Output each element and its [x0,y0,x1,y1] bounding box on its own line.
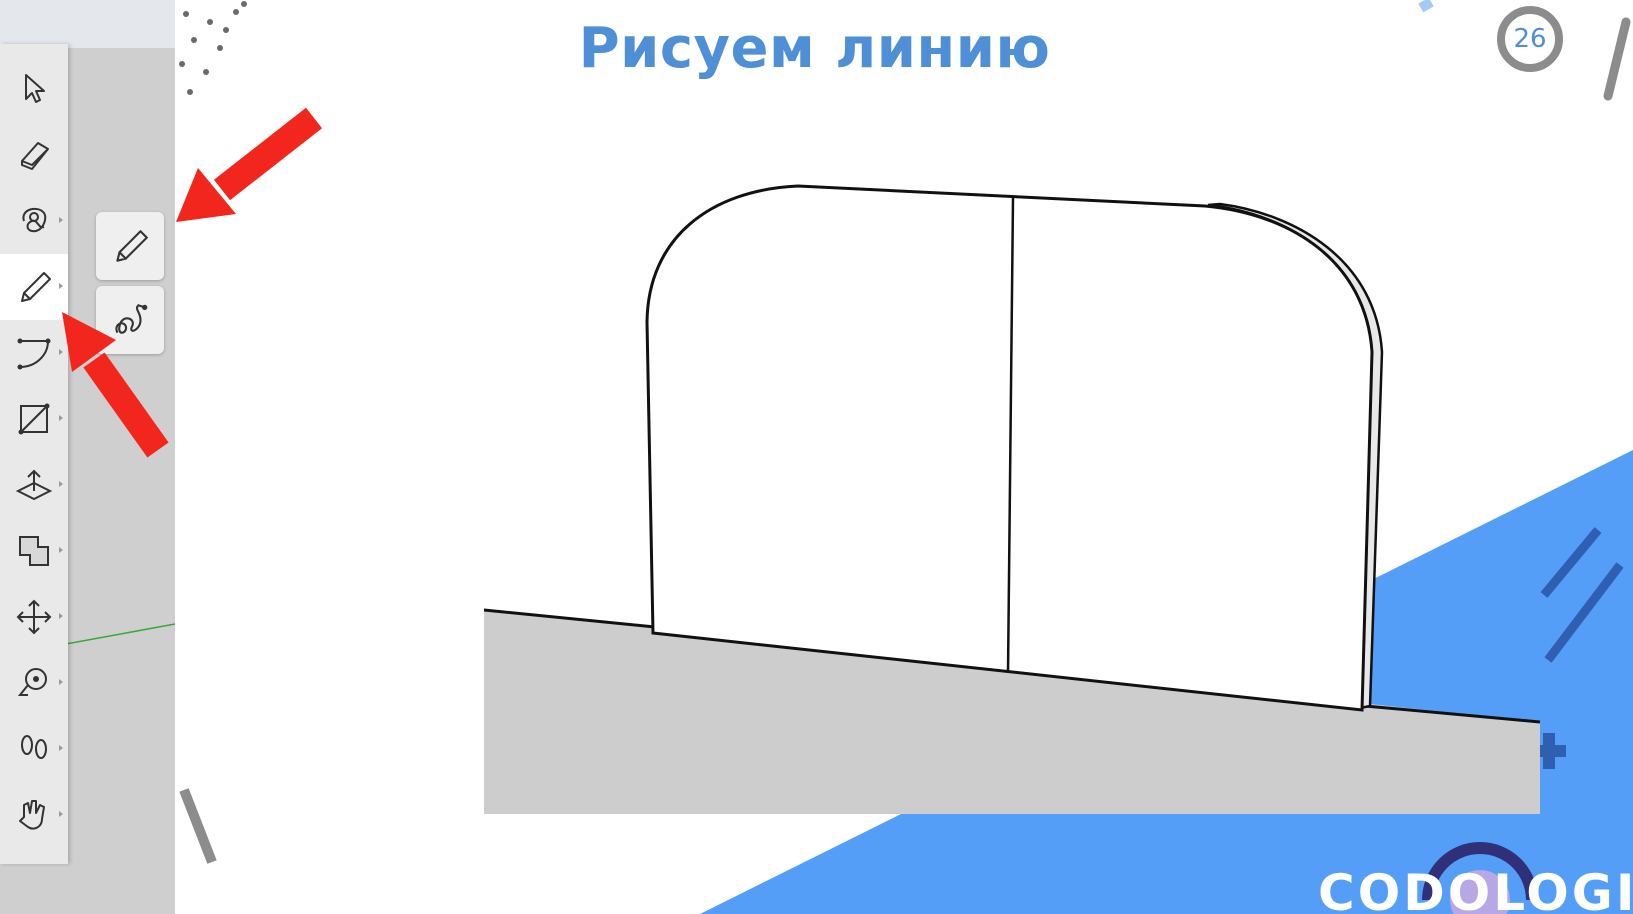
codologia-logo: CODOLOGIA [1318,864,1633,914]
red-arrow-top [176,107,323,222]
annotation-arrows [62,107,323,458]
slide-title: Рисуем линию [578,16,1051,81]
red-arrow-bottom [62,312,169,458]
slide-number-badge: 26 [1497,6,1563,72]
slide: Рисуем линию 26 CODOLOGIA [0,0,1633,914]
